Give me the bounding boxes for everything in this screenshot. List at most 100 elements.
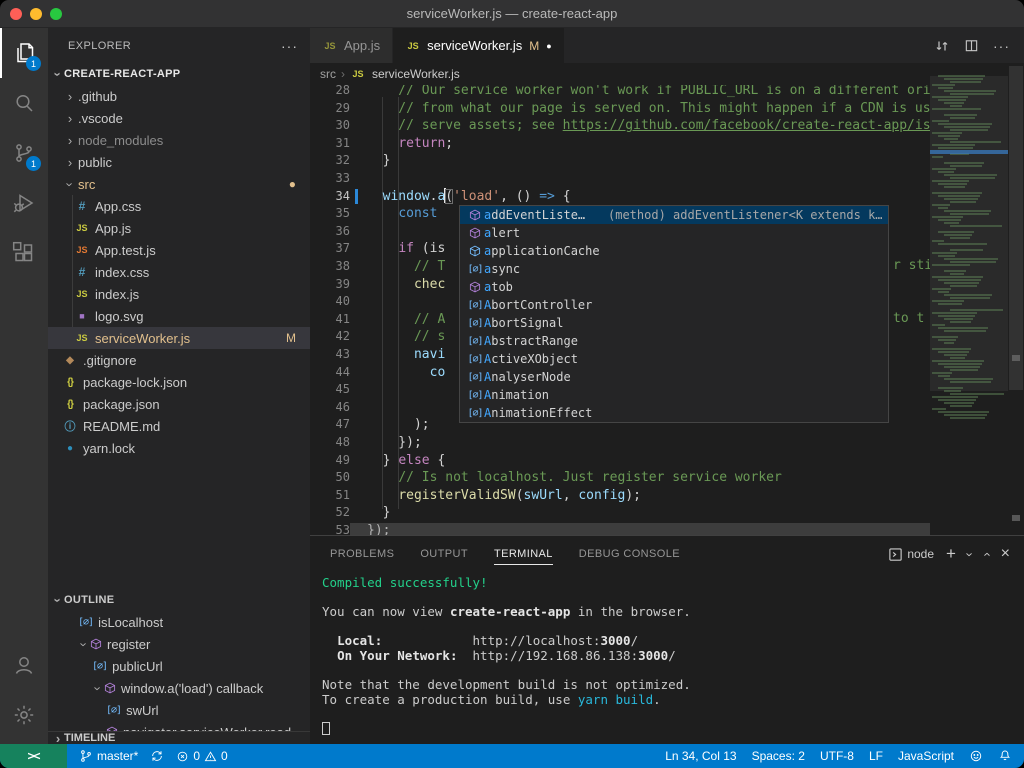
activity-source-control-button[interactable]: 1 [0,128,48,178]
code-line-34[interactable]: 34 window.a('load', () => { [310,187,930,206]
chevron-down-icon[interactable]: › [963,552,978,556]
minimize-window-button[interactable] [30,7,42,20]
dirty-dot-icon[interactable]: ● [546,41,551,51]
panel-tab-problems[interactable]: PROBLEMS [330,544,394,564]
chevron-right-icon: › [67,132,73,148]
file-tree-item-.gitignore[interactable]: ◆ .gitignore [48,349,310,371]
code-line-32[interactable]: 32 } [310,152,930,170]
code-line-50[interactable]: 50 // Is not localhost. Just register se… [310,469,930,487]
breadcrumb-folder[interactable]: src [320,67,336,81]
git-branch-item[interactable]: master* [79,749,138,763]
suggest-item-alert[interactable]: alert [460,224,888,242]
notifications-bell-icon[interactable] [998,749,1012,763]
editor-vertical-scrollbar[interactable] [1008,66,1024,536]
breadcrumb[interactable]: src › JS serviceWorker.js [310,63,1024,85]
feedback-smiley-icon[interactable] [969,749,983,763]
file-tree-item-logo.svg[interactable]: ■ logo.svg [48,305,310,327]
editor-tab-App.js[interactable]: JS App.js [310,28,394,63]
suggest-item-addEventListe…[interactable]: addEventListe… (method) addEventListener<… [460,206,888,224]
file-tree-item-index.js[interactable]: JS index.js [48,283,310,305]
editor-tab-serviceWorker.js[interactable]: JS serviceWorker.js M ● [393,28,565,63]
encoding-item[interactable]: UTF-8 [820,749,854,763]
outline-item-window.a('load') callback[interactable]: › window.a('load') callback [48,677,310,699]
suggest-item-AbortController[interactable]: [∅] AbortController [460,296,888,314]
code-line-52[interactable]: 52 } [310,504,930,522]
panel-tab-terminal[interactable]: TERMINAL [493,544,553,565]
indentation-item[interactable]: Spaces: 2 [752,749,805,763]
file-tree-item-.vscode[interactable]: › .vscode [48,107,310,129]
open-changes-icon[interactable] [934,38,950,54]
code-editor[interactable]: 28 // Our service worker won't work if P… [310,85,1024,535]
close-panel-icon[interactable]: × [1001,545,1010,563]
editor-horizontal-scrollbar[interactable] [350,523,930,535]
scrollbar-thumb[interactable] [1009,66,1023,390]
zoom-window-button[interactable] [50,7,62,20]
views-and-more-actions-icon[interactable]: ··· [281,38,298,54]
suggest-item-AbortSignal[interactable]: [∅] AbortSignal [460,314,888,332]
file-tree-item-yarn.lock[interactable]: ● yarn.lock [48,437,310,459]
minimap-code-line [932,348,971,350]
breadcrumb-file[interactable]: serviceWorker.js [372,67,460,81]
suggest-item-AnimationEffect[interactable]: [∅] AnimationEffect [460,404,888,422]
maximize-panel-icon[interactable]: › [979,552,994,556]
outline-item-navigator.serviceWorker.read[interactable]: navigator.serviceWorker.read [48,721,310,731]
terminal-output[interactable]: Compiled successfully! You can now view c… [310,572,1024,744]
sync-changes-button[interactable] [150,749,164,763]
timeline-section-header[interactable]: › TIMELINE [48,731,310,744]
file-tree-item-package.json[interactable]: {} package.json [48,393,310,415]
terminal-shell-select[interactable]: node [888,547,934,562]
cursor-position-item[interactable]: Ln 34, Col 13 [665,749,736,763]
file-tree-item-public[interactable]: › public [48,151,310,173]
suggest-item-Animation[interactable]: [∅] Animation [460,386,888,404]
terminal-line: Note that the development build is not o… [322,677,691,693]
activity-accounts-button[interactable] [0,640,48,690]
code-line-29[interactable]: 29 // from what our page is served on. T… [310,100,970,118]
activity-settings-button[interactable] [0,690,48,740]
more-actions-icon[interactable]: ··· [993,38,1010,54]
file-tree-item-package-lock.json[interactable]: {} package-lock.json [48,371,310,393]
language-mode-item[interactable]: JavaScript [898,749,954,763]
outline-item-publicUrl[interactable]: [∅] publicUrl [48,655,310,677]
suggest-item-async[interactable]: [∅] async [460,260,888,278]
eol-item[interactable]: LF [869,749,883,763]
line-number: 31 [335,135,350,150]
code-line-28[interactable]: 28 // Our service worker won't work if P… [310,85,954,100]
activity-explorer-button[interactable]: 1 [0,28,48,78]
panel-tab-output[interactable]: OUTPUT [420,544,468,564]
suggest-item-AnalyserNode[interactable]: [∅] AnalyserNode [460,368,888,386]
close-window-button[interactable] [10,7,22,20]
suggest-item-AbstractRange[interactable]: [∅] AbstractRange [460,332,888,350]
panel-tab-debug-console[interactable]: DEBUG CONSOLE [579,544,680,564]
suggest-item-atob[interactable]: atob [460,278,888,296]
file-tree-item-serviceWorker.js[interactable]: JS serviceWorker.js M [48,327,310,349]
outline-item-register[interactable]: › register [48,633,310,655]
file-tree-item-index.css[interactable]: # index.css [48,261,310,283]
remote-indicator[interactable]: >< [0,744,67,768]
file-tree-item-node_modules[interactable]: › node_modules [48,129,310,151]
problems-item[interactable]: 00 [176,749,228,763]
outline-section-header[interactable]: › OUTLINE [48,589,310,611]
file-tree-item-README.md[interactable]: ⓘ README.md [48,415,310,437]
outline-item-swUrl[interactable]: [∅] swUrl [48,699,310,721]
file-tree-item-App.test.js[interactable]: JS App.test.js [48,239,310,261]
code-line-33[interactable]: 33 [310,170,930,188]
code-line-30[interactable]: 30 // serve assets; see https://github.c… [310,117,1001,135]
file-tree-item-App.js[interactable]: JS App.js [48,217,310,239]
activity-search-button[interactable] [0,78,48,128]
activity-run-debug-button[interactable] [0,178,48,228]
outline-item-isLocalhost[interactable]: [∅] isLocalhost [48,611,310,633]
new-terminal-button[interactable]: + [946,544,956,564]
split-editor-icon[interactable] [964,38,979,53]
file-tree-item-src[interactable]: › src ● [48,173,310,195]
suggest-item-ActiveXObject[interactable]: [∅] ActiveXObject [460,350,888,368]
code-line-31[interactable]: 31 return; [310,135,930,153]
code-line-48[interactable]: 48 }); [310,434,930,452]
code-line-51[interactable]: 51 registerValidSW(swUrl, config); [310,487,930,505]
activity-extensions-button[interactable] [0,228,48,278]
project-root-folder[interactable]: › CREATE-REACT-APP [48,63,310,85]
minimap[interactable] [930,66,1008,536]
file-tree-item-.github[interactable]: › .github [48,85,310,107]
suggest-item-applicationCache[interactable]: applicationCache [460,242,888,260]
code-line-49[interactable]: 49 } else { [310,452,930,470]
file-tree-item-App.css[interactable]: # App.css [48,195,310,217]
